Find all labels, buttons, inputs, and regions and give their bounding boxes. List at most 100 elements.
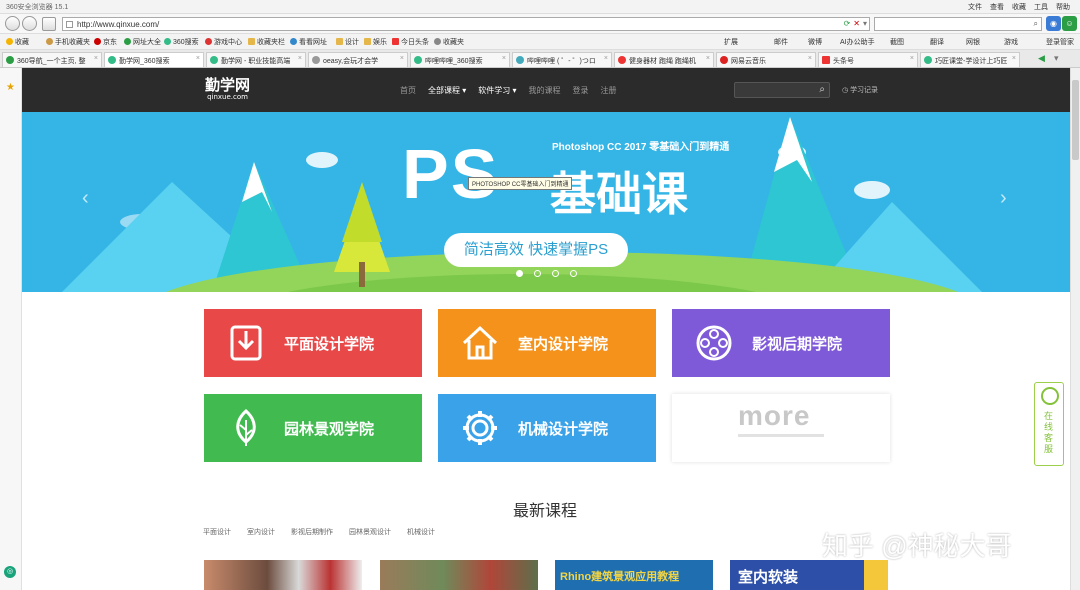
- assistant-icon[interactable]: ☺: [1062, 16, 1077, 31]
- close-icon[interactable]: ×: [196, 55, 200, 62]
- tab-10[interactable]: 巧匠课堂-学设计上巧匠 ×: [920, 52, 1020, 67]
- menu-view[interactable]: 查看: [990, 2, 1004, 12]
- close-icon[interactable]: ×: [604, 55, 608, 62]
- course-thumb-1[interactable]: [204, 560, 362, 590]
- chat-icon[interactable]: ◎: [4, 566, 16, 578]
- carousel-dot-4[interactable]: [570, 270, 577, 277]
- bookmark-jd[interactable]: 京东: [94, 37, 117, 47]
- college-film-post[interactable]: 影视后期学院: [672, 309, 890, 377]
- toutiao-icon: [822, 56, 830, 64]
- college-mechanical[interactable]: 机械设计学院: [438, 394, 656, 462]
- forward-button[interactable]: [22, 16, 37, 31]
- bookmark-games[interactable]: 游戏中心: [205, 37, 242, 47]
- close-icon[interactable]: ×: [502, 55, 506, 62]
- menu-file[interactable]: 文件: [968, 2, 982, 12]
- close-icon[interactable]: ×: [706, 55, 710, 62]
- bookmark-mobile[interactable]: 手机收藏夹: [46, 37, 90, 47]
- nav-software[interactable]: 软件学习 ▾: [478, 85, 516, 96]
- tab-6[interactable]: 哔哩哔哩 ( ゜- ゜)つロ ×: [512, 52, 612, 67]
- chevron-right-icon[interactable]: ›: [1000, 187, 1007, 210]
- category-interior[interactable]: 室内设计: [247, 527, 275, 537]
- tab-9[interactable]: 头条号 ×: [818, 52, 918, 67]
- search-icon[interactable]: ⌕: [1034, 19, 1038, 29]
- bookmark-favorites-2[interactable]: 收藏夹: [434, 37, 464, 47]
- tab-3[interactable]: 勤学网 - 职业技能高端 ×: [206, 52, 306, 67]
- tool-screenshot[interactable]: 截图: [890, 37, 904, 47]
- shield-icon[interactable]: ◉: [1046, 16, 1061, 31]
- bookmark-url-hub[interactable]: 网址大全: [124, 37, 161, 47]
- more-colleges[interactable]: more: [672, 394, 890, 462]
- category-mechanical[interactable]: 机械设计: [407, 527, 435, 537]
- tool-ebank[interactable]: 网银: [966, 37, 980, 47]
- chevron-down-icon[interactable]: ▾: [863, 19, 867, 28]
- close-icon[interactable]: ×: [910, 55, 914, 62]
- film-reel-icon: [696, 325, 732, 361]
- refresh-icon[interactable]: ⟳: [844, 19, 851, 28]
- bookmark-favorites[interactable]: 收藏: [6, 37, 29, 47]
- nav-my-courses[interactable]: 我的课程: [529, 85, 561, 96]
- college-graphic-design[interactable]: 平面设计学院: [204, 309, 422, 377]
- tool-extensions[interactable]: 扩展: [724, 37, 738, 47]
- bookmark-design[interactable]: 设计: [336, 37, 359, 47]
- site-logo[interactable]: 勤学网 qinxue.com: [205, 77, 250, 101]
- back-arrow-icon[interactable]: ◀: [1038, 53, 1045, 64]
- tab-5[interactable]: 哔哩哔哩_360搜索 ×: [410, 52, 510, 67]
- college-landscape[interactable]: 园林景观学院: [204, 394, 422, 462]
- menu-tools[interactable]: 工具: [1034, 2, 1048, 12]
- course-thumb-3[interactable]: Rhino建筑景观应用教程: [555, 560, 713, 590]
- bookmark-360-search[interactable]: 360搜索: [164, 37, 199, 47]
- tool-ai-assistant[interactable]: AI办公助手: [840, 37, 875, 47]
- nav-register[interactable]: 注册: [601, 85, 617, 96]
- nav-home[interactable]: 首页: [400, 85, 416, 96]
- tool-login-manager[interactable]: 登录管家: [1046, 37, 1074, 47]
- scrollbar-thumb[interactable]: [1072, 80, 1079, 160]
- hero-banner[interactable]: ‹ › Photoshop CC 2017 零基础入门到精通 PS 基础课 简洁…: [22, 112, 1070, 292]
- online-service-widget[interactable]: 在线客服: [1034, 382, 1064, 466]
- bookmark-kankan[interactable]: 看看网址: [290, 37, 327, 47]
- category-graphic[interactable]: 平面设计: [203, 527, 231, 537]
- music-icon: [720, 56, 728, 64]
- tool-weibo[interactable]: 微博: [808, 37, 822, 47]
- browser-search-box[interactable]: ⌕: [874, 17, 1042, 31]
- close-icon[interactable]: ✕: [853, 19, 860, 28]
- address-bar[interactable]: http://www.qinxue.com/ ⟳ ✕ ▾: [62, 17, 870, 31]
- category-landscape[interactable]: 园林景观设计: [349, 527, 391, 537]
- bookmark-folder-bar[interactable]: 收藏夹栏: [248, 37, 285, 47]
- chevron-left-icon[interactable]: ‹: [82, 187, 89, 210]
- tab-1[interactable]: 360导航_一个主页, 整 ×: [2, 52, 102, 67]
- carousel-dot-3[interactable]: [552, 270, 559, 277]
- close-icon[interactable]: ×: [808, 55, 812, 62]
- close-icon[interactable]: ×: [298, 55, 302, 62]
- tab-4[interactable]: oeasy,会玩才会学 ×: [308, 52, 408, 67]
- tool-translate[interactable]: 翻译: [930, 37, 944, 47]
- back-button[interactable]: [5, 16, 20, 31]
- tab-8[interactable]: 网易云音乐 ×: [716, 52, 816, 67]
- menu-favorites[interactable]: 收藏: [1012, 2, 1026, 12]
- nav-login[interactable]: 登录: [573, 85, 589, 96]
- star-icon[interactable]: ★: [6, 82, 15, 93]
- home-button[interactable]: [42, 17, 56, 31]
- tool-mail[interactable]: 邮件: [774, 37, 788, 47]
- tab-2[interactable]: 勤学网_360搜索 ×: [104, 52, 204, 67]
- tool-games[interactable]: 游戏: [1004, 37, 1018, 47]
- search-icon[interactable]: ⌕: [819, 84, 825, 95]
- bookmark-toutiao[interactable]: 今日头条: [392, 37, 429, 47]
- menu-help[interactable]: 帮助: [1056, 2, 1070, 12]
- scrollbar[interactable]: [1070, 68, 1080, 590]
- tab-7[interactable]: 健身器材 跑绳 跑绳机 ×: [614, 52, 714, 67]
- logo-text: 勤学网: [205, 76, 251, 94]
- college-interior-design[interactable]: 室内设计学院: [438, 309, 656, 377]
- category-film[interactable]: 影视后期制作: [291, 527, 333, 537]
- carousel-dot-1[interactable]: [516, 270, 523, 277]
- close-icon[interactable]: ×: [94, 55, 98, 62]
- course-thumb-2[interactable]: [380, 560, 538, 590]
- course-thumb-4[interactable]: 室内软装: [730, 560, 888, 590]
- nav-all-courses[interactable]: 全部课程 ▾: [428, 85, 466, 96]
- learning-history-link[interactable]: ◷ 学习记录: [842, 85, 878, 95]
- site-search-input[interactable]: ⌕: [734, 82, 830, 98]
- close-icon[interactable]: ×: [400, 55, 404, 62]
- bookmark-entertainment[interactable]: 娱乐: [364, 37, 387, 47]
- carousel-dot-2[interactable]: [534, 270, 541, 277]
- menu-icon[interactable]: ▾: [1054, 53, 1059, 64]
- close-icon[interactable]: ×: [1012, 55, 1016, 62]
